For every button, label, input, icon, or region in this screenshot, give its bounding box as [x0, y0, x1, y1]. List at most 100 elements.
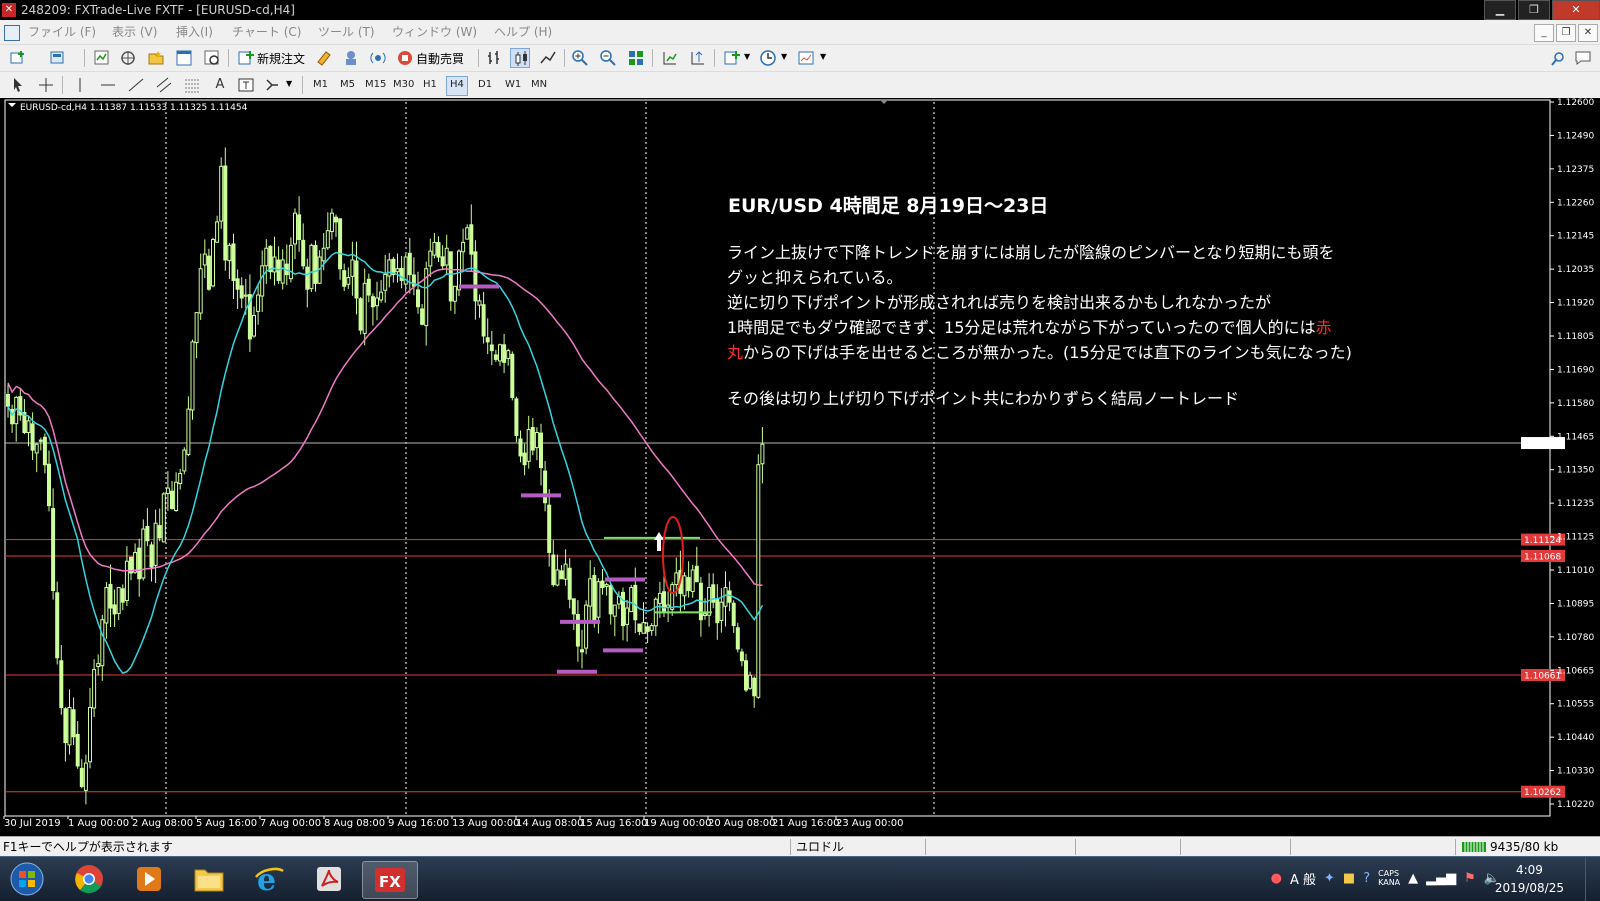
auto-trading-button[interactable]: 自動売買 [416, 50, 464, 67]
action-center-icon[interactable]: ● [1271, 871, 1282, 886]
tf-h1[interactable]: H1 [420, 76, 440, 94]
help-icon[interactable]: ? [1363, 871, 1370, 886]
y-tick-label: 1.10555 [1557, 700, 1594, 710]
tf-m30[interactable]: M30 [390, 76, 417, 94]
candle [186, 408, 191, 455]
chart-window[interactable]: 1.11454 1.11124 1.11068 1.10661 1.10262 1.126… [0, 98, 1600, 836]
restore-button[interactable]: ❐ [1518, 0, 1550, 20]
menu-tools[interactable]: ツール (T) [318, 20, 375, 44]
minimize-button[interactable]: ▁ [1484, 0, 1516, 20]
periods-dropdown-icon[interactable]: ▼ [781, 52, 787, 61]
price-chart[interactable]: 1.11454 1.11124 1.11068 1.10661 1.10262 1.126… [0, 98, 1600, 836]
tf-m15[interactable]: M15 [362, 76, 389, 94]
crosshair-icon[interactable] [36, 75, 56, 95]
favorites-icon[interactable] [146, 48, 166, 68]
network-icon[interactable]: ▂▄▆ [1426, 871, 1456, 886]
fx-platform-taskbar-icon[interactable]: FX [362, 861, 418, 899]
text-label-icon[interactable] [236, 75, 256, 95]
market-watch-icon[interactable] [92, 48, 112, 68]
menu-window[interactable]: ウィンドウ (W) [392, 20, 477, 44]
svg-text:丸からの下げは手を出せるところが無かった。(15分足では直下: 丸からの下げは手を出せるところが無かった。(15分足では直下のラインも気になった… [727, 343, 1352, 362]
x-tick-label: 5 Aug 16:00 [196, 818, 257, 829]
tf-w1[interactable]: W1 [502, 76, 524, 94]
chat-icon[interactable] [1574, 50, 1592, 69]
line-chart-icon[interactable] [538, 48, 558, 68]
horizontal-line-icon[interactable] [98, 75, 118, 95]
media-player-taskbar-icon[interactable] [122, 861, 176, 897]
menu-chart[interactable]: チャート (C) [232, 20, 301, 44]
window-title-bar[interactable]: ✕ 248209: FXTrade-Live FXTF - [EURUSD-cd… [0, 0, 1600, 20]
indicators-dropdown-icon[interactable]: ▼ [744, 52, 750, 61]
menu-view[interactable]: 表示 (V) [112, 20, 157, 44]
explorer-taskbar-icon[interactable] [182, 861, 236, 897]
child-restore-button[interactable]: ❐ [1556, 24, 1576, 42]
candle [407, 252, 412, 276]
profiles-icon[interactable] [48, 48, 68, 68]
profile-name[interactable]: ユロドル [796, 837, 844, 857]
header-triangle-icon [8, 103, 16, 107]
fibonacci-icon[interactable] [182, 75, 202, 95]
bar-chart-icon[interactable] [484, 48, 504, 68]
system-tray: ● A 般 ✦ ■ ? CAPS KANA ▲ ▂▄▆ ⚑ 🔈 [1271, 863, 1500, 893]
tf-h4[interactable]: H4 [446, 76, 468, 96]
acrobat-taskbar-icon[interactable] [302, 861, 356, 897]
ime-tools-icon[interactable]: ■ [1343, 871, 1355, 886]
start-button[interactable] [2, 861, 52, 897]
new-chart-icon[interactable] [8, 48, 28, 68]
cursor-icon[interactable] [8, 75, 28, 95]
tf-mn[interactable]: MN [528, 76, 550, 94]
clock[interactable]: 4:09 2019/08/25 [1495, 861, 1564, 897]
chart-window-icon[interactable] [4, 25, 20, 41]
candle [383, 274, 388, 291]
arrows-dropdown-icon[interactable]: ▼ [286, 79, 292, 88]
internet-explorer-taskbar-icon[interactable]: e [242, 861, 296, 897]
channel-icon[interactable] [154, 75, 174, 95]
new-order-icon[interactable] [236, 48, 256, 68]
new-order-button[interactable]: 新規注文 [257, 50, 305, 67]
child-close-button[interactable]: ✕ [1578, 24, 1598, 42]
close-button[interactable]: ✕ [1552, 0, 1600, 20]
shift-marker-icon[interactable] [880, 100, 888, 104]
navigator-icon[interactable] [118, 48, 138, 68]
ime-indicator[interactable]: A 般 [1290, 869, 1316, 888]
child-minimize-button[interactable]: _ [1534, 24, 1554, 42]
periods-icon[interactable] [758, 48, 778, 68]
indicators-icon[interactable] [722, 48, 742, 68]
flag-icon[interactable]: ⚑ [1464, 871, 1476, 886]
candles [6, 147, 765, 805]
strategy-tester-icon[interactable] [202, 48, 222, 68]
show-desktop-button[interactable] [1585, 857, 1600, 901]
zoom-in-icon[interactable] [570, 48, 590, 68]
candlestick-chart-icon[interactable] [510, 48, 530, 68]
candle [256, 294, 261, 312]
text-tool-icon[interactable]: A [210, 75, 230, 95]
tray-expand-icon[interactable]: ▲ [1408, 871, 1418, 886]
templates-dropdown-icon[interactable]: ▼ [820, 52, 826, 61]
candle [325, 230, 330, 249]
zoom-out-icon[interactable] [598, 48, 618, 68]
ime-mode-icon[interactable]: ✦ [1324, 871, 1335, 886]
tf-m1[interactable]: M1 [310, 76, 331, 94]
candle [55, 592, 60, 659]
vertical-line-icon[interactable] [70, 75, 90, 95]
tile-windows-icon[interactable] [626, 48, 646, 68]
candle [703, 613, 707, 616]
metaeditor-icon[interactable] [314, 48, 334, 68]
chrome-taskbar-icon[interactable] [62, 861, 116, 897]
menu-help[interactable]: ヘルプ (H) [494, 20, 552, 44]
terminal-icon[interactable] [174, 48, 194, 68]
search-icon[interactable] [1550, 51, 1566, 70]
trendline-icon[interactable] [126, 75, 146, 95]
tf-d1[interactable]: D1 [475, 76, 495, 94]
experts-icon[interactable] [341, 48, 361, 68]
chart-shift-icon[interactable] [688, 48, 708, 68]
signals-icon[interactable] [368, 48, 388, 68]
tf-m5[interactable]: M5 [337, 76, 358, 94]
auto-scroll-icon[interactable] [660, 48, 680, 68]
auto-trading-icon[interactable] [395, 48, 415, 68]
menu-insert[interactable]: 挿入(I) [176, 20, 213, 44]
templates-icon[interactable] [796, 48, 816, 68]
arrows-icon[interactable] [262, 75, 282, 95]
menu-file[interactable]: ファイル (F) [28, 20, 96, 44]
note-title: EUR/USD 4時間足 8月19日～23日 [728, 195, 1048, 217]
